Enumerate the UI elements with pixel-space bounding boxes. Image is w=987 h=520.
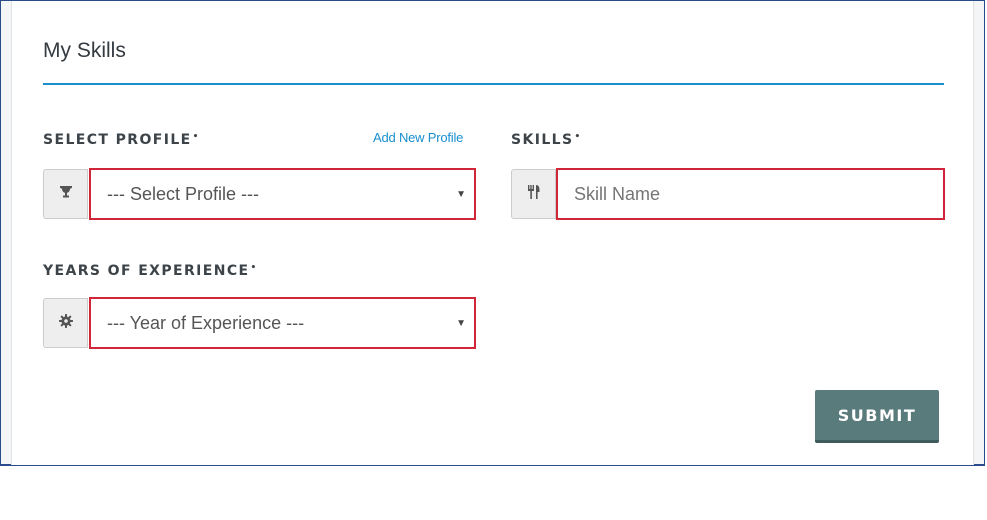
- gear-icon: [58, 314, 73, 332]
- experience-dropdown[interactable]: --- Year of Experience --- ▼: [89, 297, 476, 349]
- required-mark: •: [574, 132, 582, 142]
- select-profile-dropdown[interactable]: --- Select Profile --- ▼: [89, 168, 476, 220]
- skills-label: SKILLS•: [511, 132, 582, 148]
- add-new-profile-link[interactable]: Add New Profile: [373, 130, 463, 145]
- experience-label: YEARS OF EXPERIENCE•: [43, 263, 258, 279]
- chevron-down-icon: ▼: [456, 318, 466, 329]
- experience-label-text: YEARS OF EXPERIENCE: [43, 263, 250, 279]
- skill-name-input[interactable]: [556, 168, 945, 220]
- required-mark: •: [250, 263, 258, 273]
- submit-button[interactable]: SUBMIT: [815, 390, 939, 443]
- skills-addon: [511, 169, 556, 219]
- cutlery-icon: [527, 185, 540, 203]
- chevron-down-icon: ▼: [456, 189, 466, 200]
- skills-label-text: SKILLS: [511, 132, 574, 148]
- select-profile-value: --- Select Profile ---: [107, 183, 260, 204]
- select-profile-label: SELECT PROFILE•: [43, 132, 200, 148]
- select-profile-label-text: SELECT PROFILE: [43, 132, 192, 148]
- skills-card: My Skills SELECT PROFILE• Add New Profil…: [11, 1, 974, 465]
- required-mark: •: [192, 132, 200, 142]
- profile-addon: [43, 169, 88, 219]
- section-title: My Skills: [43, 39, 126, 62]
- trophy-icon: [59, 185, 72, 203]
- title-divider: [43, 83, 944, 85]
- experience-addon: [43, 298, 88, 348]
- experience-value: --- Year of Experience ---: [107, 312, 305, 333]
- form-frame: My Skills SELECT PROFILE• Add New Profil…: [0, 0, 985, 466]
